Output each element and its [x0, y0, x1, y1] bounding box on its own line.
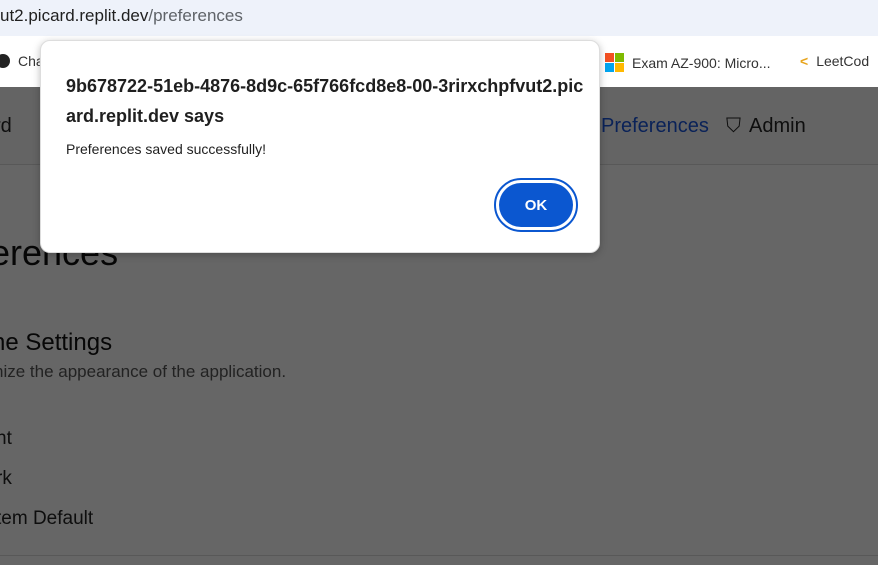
alert-dialog: 9b678722-51eb-4876-8d9c-65f766fcd8e8-00-…	[40, 40, 600, 253]
theme-option-system[interactable]: tem Default	[0, 508, 93, 530]
bookmark-az900[interactable]: Exam AZ-900: Micro...	[605, 53, 770, 72]
chatgpt-icon	[0, 54, 10, 68]
bookmark-chatgpt[interactable]: Cha	[0, 53, 44, 69]
leetcode-icon: <	[800, 53, 809, 69]
dialog-message: Preferences saved successfully!	[66, 141, 266, 157]
dialog-title: 9b678722-51eb-4876-8d9c-65f766fcd8e8-00-…	[66, 76, 584, 126]
section-description: nize the appearance of the application.	[0, 362, 287, 381]
shield-icon: ⛉	[726, 115, 741, 137]
address-bar[interactable]: ut2.picard.replit.dev/preferences	[0, 0, 878, 36]
nav-item-preferences[interactable]: Preferences	[601, 115, 709, 138]
divider	[0, 555, 878, 556]
section-title: ne Settings	[0, 329, 113, 356]
nav-item-dashboard[interactable]: rd	[0, 115, 12, 138]
microsoft-icon	[605, 53, 624, 72]
url-path: /preferences	[148, 6, 243, 25]
theme-option-dark[interactable]: rk	[0, 468, 12, 490]
nav-item-admin[interactable]: ⛉ Admin	[726, 115, 806, 138]
url-host: ut2.picard.replit.dev	[0, 6, 149, 25]
ok-button[interactable]: OK	[494, 178, 578, 232]
theme-option-light[interactable]: nt	[0, 428, 12, 450]
bookmark-leetcode[interactable]: < LeetCod	[800, 53, 869, 69]
